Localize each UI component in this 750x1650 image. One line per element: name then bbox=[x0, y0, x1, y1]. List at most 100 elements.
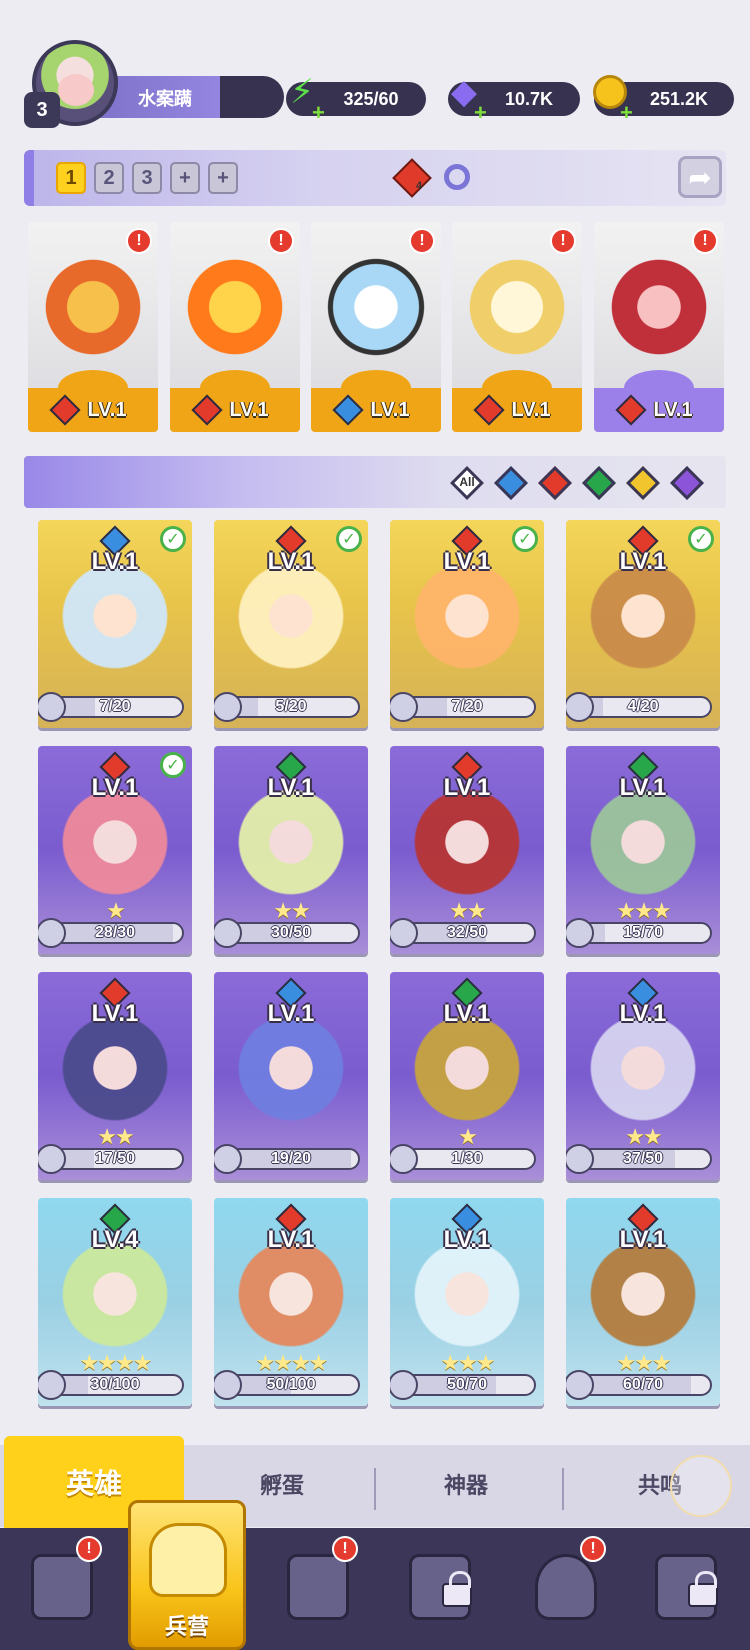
hero-card[interactable]: LV.1 19/20 bbox=[214, 972, 368, 1180]
add-coin-icon[interactable]: + bbox=[620, 100, 633, 126]
check-icon: ✓ bbox=[688, 526, 714, 552]
hero-portrait bbox=[56, 562, 174, 682]
top-status-bar: 水案蹒 3 ⚡ + 325/60 ◆ + 10.7K + 251.2K bbox=[0, 0, 750, 130]
alert-icon: ! bbox=[126, 228, 152, 254]
star-rating: ★★ bbox=[273, 898, 310, 923]
team-hero-card[interactable]: ! LV.1 bbox=[452, 222, 582, 432]
shard-progress-bar: 4/20 bbox=[574, 696, 712, 718]
add-team-slot-button[interactable]: + bbox=[170, 162, 200, 194]
alert-icon: ! bbox=[580, 1536, 606, 1562]
filter-fire-button[interactable] bbox=[538, 466, 572, 500]
filter-nature-button[interactable] bbox=[582, 466, 616, 500]
energy-counter[interactable]: ⚡ + 325/60 bbox=[286, 73, 426, 125]
fire-element-icon bbox=[538, 466, 572, 500]
share-icon[interactable]: ➦ bbox=[678, 156, 722, 198]
hero-card[interactable]: LV.1 ✓ 7/20 bbox=[38, 520, 192, 728]
fire-gem-icon bbox=[392, 158, 432, 198]
hero-portrait bbox=[408, 1240, 526, 1360]
team-hero-card[interactable]: ! LV.1 bbox=[594, 222, 724, 432]
hero-portrait bbox=[321, 242, 431, 372]
nav-locked-shop[interactable] bbox=[640, 1548, 730, 1638]
star-rating: ★★ bbox=[97, 1124, 134, 1149]
hero-level: LV.1 bbox=[619, 1226, 667, 1253]
star-rating: ★ bbox=[106, 898, 126, 923]
cards-icon bbox=[31, 1554, 93, 1620]
add-gem-icon[interactable]: + bbox=[474, 100, 487, 126]
hero-portrait bbox=[584, 788, 702, 908]
filter-light-button[interactable] bbox=[626, 466, 660, 500]
hero-card[interactable]: LV.1 ✓ ★ 28/30 bbox=[38, 746, 192, 954]
filter-water-button[interactable] bbox=[494, 466, 528, 500]
hero-card[interactable]: LV.1 ★★★ 50/70 bbox=[390, 1198, 544, 1406]
scan-icon[interactable] bbox=[670, 1455, 732, 1517]
lock-icon bbox=[688, 1571, 718, 1607]
hero-level: LV.1 bbox=[443, 774, 491, 801]
water-element-icon bbox=[494, 466, 528, 500]
hero-level: LV.1 bbox=[443, 548, 491, 575]
shard-progress-bar: 30/100 bbox=[46, 1374, 184, 1396]
hero-level: LV.1 bbox=[619, 548, 667, 575]
team-slot-3[interactable]: 3 bbox=[132, 162, 162, 194]
hero-card[interactable]: LV.1 ✓ 5/20 bbox=[214, 520, 368, 728]
hero-card[interactable]: LV.1 ★ 1/30 bbox=[390, 972, 544, 1180]
hero-level: LV.1 bbox=[619, 774, 667, 801]
hero-card[interactable]: LV.1 ✓ 4/20 bbox=[566, 520, 720, 728]
nav-guild[interactable]: ! bbox=[520, 1536, 610, 1638]
nav-cards[interactable]: ! bbox=[16, 1536, 106, 1638]
nav-barracks[interactable]: 兵营 bbox=[128, 1500, 246, 1650]
shard-progress-bar: 50/70 bbox=[398, 1374, 536, 1396]
hero-card[interactable]: LV.1 ★★ 30/50 bbox=[214, 746, 368, 954]
shard-progress-bar: 37/50 bbox=[574, 1148, 712, 1170]
shard-progress-label: 37/50 bbox=[622, 1150, 664, 1167]
check-icon: ✓ bbox=[160, 752, 186, 778]
star-rating: ★★★★ bbox=[255, 1350, 329, 1375]
nav-locked-castle[interactable] bbox=[394, 1548, 484, 1638]
hero-portrait bbox=[408, 788, 526, 908]
add-energy-icon[interactable]: + bbox=[312, 100, 325, 126]
team-selector-bar: 1 2 3 + + 4 ➦ bbox=[24, 150, 726, 206]
check-icon: ✓ bbox=[512, 526, 538, 552]
gem-counter[interactable]: ◆ + 10.7K bbox=[448, 73, 580, 125]
hero-portrait bbox=[180, 242, 290, 372]
search-icon[interactable] bbox=[444, 164, 470, 190]
check-icon: ✓ bbox=[336, 526, 362, 552]
shard-progress-bar: 28/30 bbox=[46, 922, 184, 944]
shard-progress-label: 17/50 bbox=[94, 1150, 136, 1167]
star-rating: ★★ bbox=[449, 898, 486, 923]
shard-progress-bar: 5/20 bbox=[222, 696, 360, 718]
hero-card[interactable]: LV.1 ★★ 17/50 bbox=[38, 972, 192, 1180]
team-hero-card[interactable]: ! LV.1 bbox=[311, 222, 441, 432]
hero-card[interactable]: LV.1 ★★★ 15/70 bbox=[566, 746, 720, 954]
team-hero-card[interactable]: ! LV.1 bbox=[170, 222, 300, 432]
barracks-icon bbox=[149, 1523, 227, 1597]
add-team-slot-button[interactable]: + bbox=[208, 162, 238, 194]
team-slot-2[interactable]: 2 bbox=[94, 162, 124, 194]
hero-level: LV.1 bbox=[267, 1226, 315, 1253]
hero-card[interactable]: LV.1 ★★★ 60/70 bbox=[566, 1198, 720, 1406]
hero-portrait bbox=[232, 562, 350, 682]
hero-card[interactable]: LV.1 ★★ 32/50 bbox=[390, 746, 544, 954]
coin-counter[interactable]: + 251.2K bbox=[593, 75, 734, 125]
hero-card[interactable]: LV.1 ★★ 37/50 bbox=[566, 972, 720, 1180]
hero-level: LV.1 bbox=[267, 774, 315, 801]
hero-card[interactable]: LV.1 ★★★★ 50/100 bbox=[214, 1198, 368, 1406]
nav-map[interactable]: ! bbox=[272, 1536, 362, 1638]
filter-all-button[interactable]: All bbox=[450, 466, 484, 500]
hero-portrait bbox=[584, 562, 702, 682]
player-level-badge: 3 bbox=[24, 92, 60, 128]
star-rating: ★★★ bbox=[616, 898, 671, 923]
tab-hatch[interactable]: 孵蛋 bbox=[260, 1468, 304, 1500]
element-filter-bar: All bbox=[24, 456, 726, 508]
shard-progress-bar: 7/20 bbox=[398, 696, 536, 718]
shard-progress-label: 7/20 bbox=[451, 698, 483, 715]
hero-level: LV.1 bbox=[91, 774, 139, 801]
team-hero-card[interactable]: ! LV.1 bbox=[28, 222, 158, 432]
hero-card[interactable]: LV.4 ★★★★ 30/100 bbox=[38, 1198, 192, 1406]
tab-artifacts[interactable]: 神器 bbox=[444, 1468, 488, 1500]
shard-progress-label: 30/100 bbox=[90, 1376, 140, 1393]
alert-icon: ! bbox=[550, 228, 576, 254]
star-rating: ★★★ bbox=[440, 1350, 495, 1375]
team-slot-1[interactable]: 1 bbox=[56, 162, 86, 194]
filter-dark-button[interactable] bbox=[670, 466, 704, 500]
hero-card[interactable]: LV.1 ✓ 7/20 bbox=[390, 520, 544, 728]
